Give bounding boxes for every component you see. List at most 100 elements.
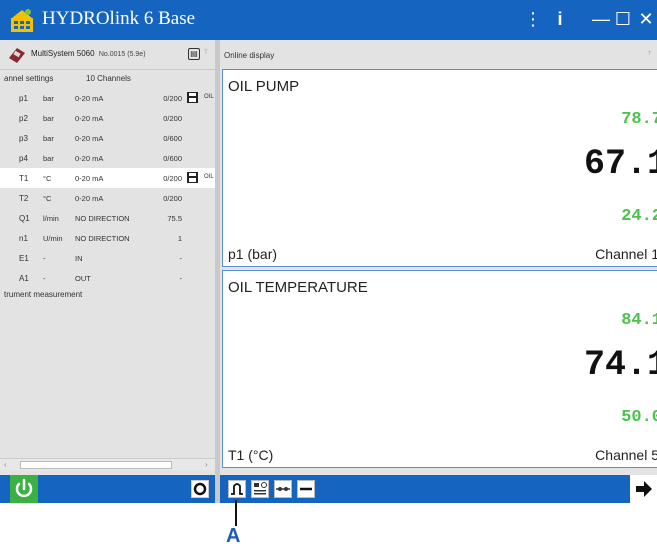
- channel-range: 0-20 mA: [75, 94, 104, 103]
- channel-label: Channel 5: [595, 447, 657, 463]
- channel-value: 75.5: [167, 214, 182, 223]
- card-title: OIL TEMPERATURE: [228, 279, 368, 296]
- more-menu-button[interactable]: ⋮: [524, 6, 542, 32]
- channel-name: T2: [19, 194, 29, 203]
- record-button[interactable]: [191, 480, 209, 498]
- channel-table: p1 bar 0-20 mA 0/200 OIL p2 bar 0-20 mA 0/200 p3 b…: [0, 88, 215, 288]
- display-view-button[interactable]: [251, 480, 269, 498]
- online-display-title: Online display: [224, 51, 275, 60]
- info-button[interactable]: i: [553, 6, 567, 32]
- close-button[interactable]: ✕: [636, 6, 656, 32]
- device-bar[interactable]: MultiSystem 5060 No.0015 (5.9e) ▤ ᵀ: [0, 40, 215, 70]
- measurement-label: p1 (bar): [228, 246, 278, 262]
- channel-unit: bar: [43, 134, 54, 143]
- channel-unit: °C: [43, 174, 52, 183]
- channel-range: 0-20 mA: [75, 134, 104, 143]
- pin-icon[interactable]: ᵀ: [648, 50, 651, 59]
- channel-label: Channel 1: [595, 246, 657, 262]
- table-row[interactable]: p3 bar 0-20 mA 0/600: [0, 128, 215, 148]
- channel-unit: U/min: [43, 234, 63, 243]
- device-model: MultiSystem 5060: [31, 49, 95, 58]
- power-button[interactable]: [10, 475, 38, 503]
- channel-settings-title: annel settings: [4, 74, 54, 83]
- table-row[interactable]: n1 U/min NO DIRECTION 1: [0, 228, 215, 248]
- online-display-panel: Online display ᵀ OIL PUMP 78.7 67.1 24.2…: [220, 40, 657, 475]
- channel-name: p3: [19, 134, 28, 143]
- minus-view-icon: [300, 487, 312, 491]
- device-name: MultiSystem 5060 No.0015 (5.9e): [31, 49, 146, 58]
- display-view-icon: [254, 482, 267, 495]
- channel-name: n1: [19, 234, 28, 243]
- channel-settings-heading: annel settings 10 Channels: [4, 74, 131, 83]
- channel-card[interactable]: OIL TEMPERATURE 84.1 74.1 50.0 T1 (°C) C…: [222, 270, 657, 468]
- save-icon[interactable]: [186, 91, 199, 104]
- connection-view-icon: [276, 487, 290, 491]
- pin-icon[interactable]: ᵀ: [204, 48, 208, 58]
- minimize-button[interactable]: —: [592, 6, 610, 32]
- card-title: OIL PUMP: [228, 78, 300, 95]
- table-row[interactable]: Q1 l/min NO DIRECTION 75.5: [0, 208, 215, 228]
- curve-view-button[interactable]: [228, 480, 246, 498]
- channel-range: NO DIRECTION: [75, 214, 130, 223]
- channel-settings-panel: MultiSystem 5060 No.0015 (5.9e) ▤ ᵀ anne…: [0, 40, 215, 475]
- table-row[interactable]: E1 - IN -: [0, 248, 215, 268]
- channel-card[interactable]: OIL PUMP 78.7 67.1 24.2 p1 (bar) Channel…: [222, 69, 657, 267]
- table-row[interactable]: p2 bar 0-20 mA 0/200: [0, 108, 215, 128]
- horizontal-scrollbar[interactable]: ‹ ›: [0, 458, 215, 470]
- connection-view-button[interactable]: [274, 480, 292, 498]
- power-icon: [15, 478, 33, 498]
- channel-value: 0/200: [163, 94, 182, 103]
- channel-name: E1: [19, 254, 29, 263]
- channel-range: 0-20 mA: [75, 194, 104, 203]
- channel-range: 0-20 mA: [75, 154, 104, 163]
- minus-view-button[interactable]: [297, 480, 315, 498]
- max-value: 84.1: [621, 311, 657, 330]
- table-row[interactable]: p1 bar 0-20 mA 0/200 OIL: [0, 88, 215, 108]
- app-title: HYDROlink 6 Base: [42, 8, 196, 29]
- channel-range: IN: [75, 254, 83, 263]
- scroll-right-icon[interactable]: ›: [205, 459, 208, 471]
- app-window: HYDROlink 6 Base ⋮ i — ☐ ✕ MultiSystem 5…: [0, 0, 657, 548]
- annotation-label: A: [226, 525, 241, 547]
- measurement-label: T1 (°C): [228, 447, 274, 463]
- device-serial: No.0015 (5.9e): [98, 51, 146, 58]
- channel-count: 10 Channels: [86, 74, 131, 83]
- channel-value: -: [179, 254, 183, 263]
- scrollbar-thumb[interactable]: [20, 461, 172, 469]
- channel-value: 0/600: [163, 134, 182, 143]
- min-value: 24.2: [621, 207, 657, 226]
- title-bar: HYDROlink 6 Base ⋮ i — ☐ ✕: [0, 0, 657, 40]
- channel-range: NO DIRECTION: [75, 234, 130, 243]
- table-row[interactable]: A1 - OUT -: [0, 268, 215, 288]
- maximize-button[interactable]: ☐: [614, 6, 632, 32]
- bottom-toolbar-right: [220, 475, 657, 503]
- app-logo-icon: [11, 9, 33, 32]
- table-row[interactable]: T2 °C 0-20 mA 0/200: [0, 188, 215, 208]
- channel-name: Q1: [19, 214, 30, 223]
- channel-value: -: [179, 274, 183, 283]
- scroll-left-icon[interactable]: ‹: [4, 459, 7, 471]
- min-value: 50.0: [621, 408, 657, 427]
- channel-name: p4: [19, 154, 28, 163]
- channel-unit: bar: [43, 114, 54, 123]
- channel-name: p1: [19, 94, 28, 103]
- device-info-icon[interactable]: ▤: [188, 48, 200, 60]
- device-icon: [9, 48, 25, 63]
- curve-view-icon: [231, 483, 243, 495]
- channel-value: 0/200: [163, 174, 182, 183]
- channel-unit: -: [43, 274, 46, 283]
- annotation-line: [235, 500, 237, 526]
- save-icon[interactable]: [186, 171, 199, 184]
- channel-value: 0/600: [163, 154, 182, 163]
- arrow-right-icon: [636, 481, 652, 497]
- channel-tag: OIL: [204, 174, 214, 180]
- channel-range: OUT: [75, 274, 91, 283]
- table-row[interactable]: T1 °C 0-20 mA 0/200 OIL: [0, 168, 215, 188]
- table-row[interactable]: p4 bar 0-20 mA 0/600: [0, 148, 215, 168]
- channel-name: A1: [19, 274, 29, 283]
- max-value: 78.7: [621, 110, 657, 129]
- channel-tag: OIL: [204, 94, 214, 100]
- next-button[interactable]: [630, 475, 657, 503]
- instrument-measurement-heading: trument measurement: [4, 290, 83, 299]
- channel-unit: bar: [43, 94, 54, 103]
